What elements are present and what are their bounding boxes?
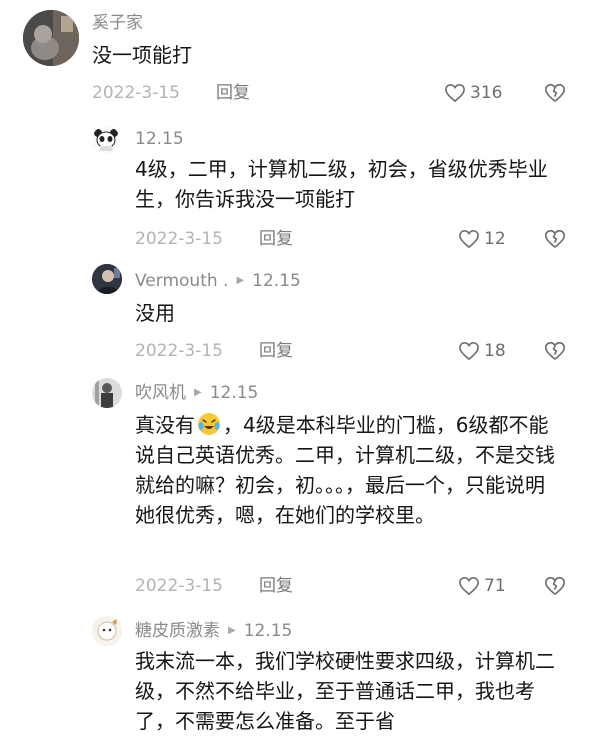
reply-button[interactable]: 回复 [259,228,293,250]
comment-date: 2022-3-15 [135,576,223,596]
comment-username[interactable]: 糖皮质激素 ▶ 12.15 [135,620,292,642]
reply-author[interactable]: 吹风机 [135,382,186,404]
reply-author[interactable]: 糖皮质激素 [135,620,220,642]
comment-text: 没用 [135,301,175,325]
avatar[interactable] [92,126,120,154]
comment-username[interactable]: 吹风机 ▶ 12.15 [135,382,258,404]
reply-author[interactable]: Vermouth . [135,270,228,292]
reply-button[interactable]: 回复 [259,340,293,362]
comment-username[interactable]: Vermouth . ▶ 12.15 [135,270,301,292]
reply-button[interactable]: 回复 [216,82,250,104]
play-arrow-icon: ▶ [228,625,236,636]
avatar[interactable] [92,264,122,294]
reply-item: 糖皮质激素 ▶ 12.15 我末流一本，我们学校硬性要求四级，计算机二级，不然不… [0,610,592,742]
play-arrow-icon: ▶ [194,387,202,398]
like-count: 71 [484,576,506,596]
like-count: 316 [470,83,503,103]
like-button[interactable]: 316 [444,82,502,104]
reply-item: 吹风机 ▶ 12.15 真没有 ，4级是本科毕业的门槛，6级都不能说自己英语优秀… [0,374,592,610]
avatar[interactable] [92,378,122,408]
comment-text: 我末流一本，我们学校硬性要求四级，计算机二级，不然不给毕业，至于普通话二甲，我也… [135,649,555,733]
reply-target[interactable]: 12.15 [244,620,293,642]
comment-text: 没一项能打 [92,43,192,67]
comment-username[interactable]: 奚子家 [92,12,143,34]
comment-date: 2022-3-15 [92,83,180,103]
cartoon-avatar-icon [92,616,122,646]
avatar[interactable] [92,616,122,646]
broken-heart-icon[interactable] [544,228,566,250]
comment-text: 4级，二甲，计算机二级，初会，省级优秀毕业生，你告诉我没一项能打 [135,157,548,211]
reply-target[interactable]: 12.15 [252,270,301,292]
heart-icon [459,341,479,361]
comment-text: 真没有 ，4级是本科毕业的门槛，6级都不能说自己英语优秀。二甲，计算机二级，不是… [135,410,555,530]
comment-item: 奚子家 没一项能打 2022-3-15 回复 316 [0,0,592,118]
like-button[interactable]: 18 [458,340,506,362]
person-photo-icon [92,264,122,294]
reply-target[interactable]: 12.15 [210,382,259,404]
reply-item: 12.15 4级，二甲，计算机二级，初会，省级优秀毕业生，你告诉我没一项能打 2… [0,118,592,256]
like-button[interactable]: 71 [458,575,506,597]
crying-laughing-emoji [198,413,220,435]
comment-username[interactable]: 12.15 [135,128,184,150]
comment-date: 2022-3-15 [135,341,223,361]
avatar[interactable] [23,10,79,66]
reply-button[interactable]: 回复 [259,575,293,597]
broken-heart-icon[interactable] [544,340,566,362]
cat-photo-icon [23,10,79,66]
like-button[interactable]: 12 [458,228,506,250]
comment-date: 2022-3-15 [135,229,223,249]
like-count: 12 [484,229,506,249]
like-count: 18 [484,341,506,361]
reply-item: Vermouth . ▶ 12.15 没用 2022-3-15 回复 18 [0,256,592,374]
heart-icon [445,83,465,103]
panda-avatar-icon [92,126,120,154]
broken-heart-icon[interactable] [544,575,566,597]
heart-icon [459,576,479,596]
play-arrow-icon: ▶ [236,275,245,286]
person-photo-icon [92,378,122,408]
text-segment: 真没有 [135,413,195,437]
heart-icon [459,229,479,249]
broken-heart-icon[interactable] [544,82,566,104]
